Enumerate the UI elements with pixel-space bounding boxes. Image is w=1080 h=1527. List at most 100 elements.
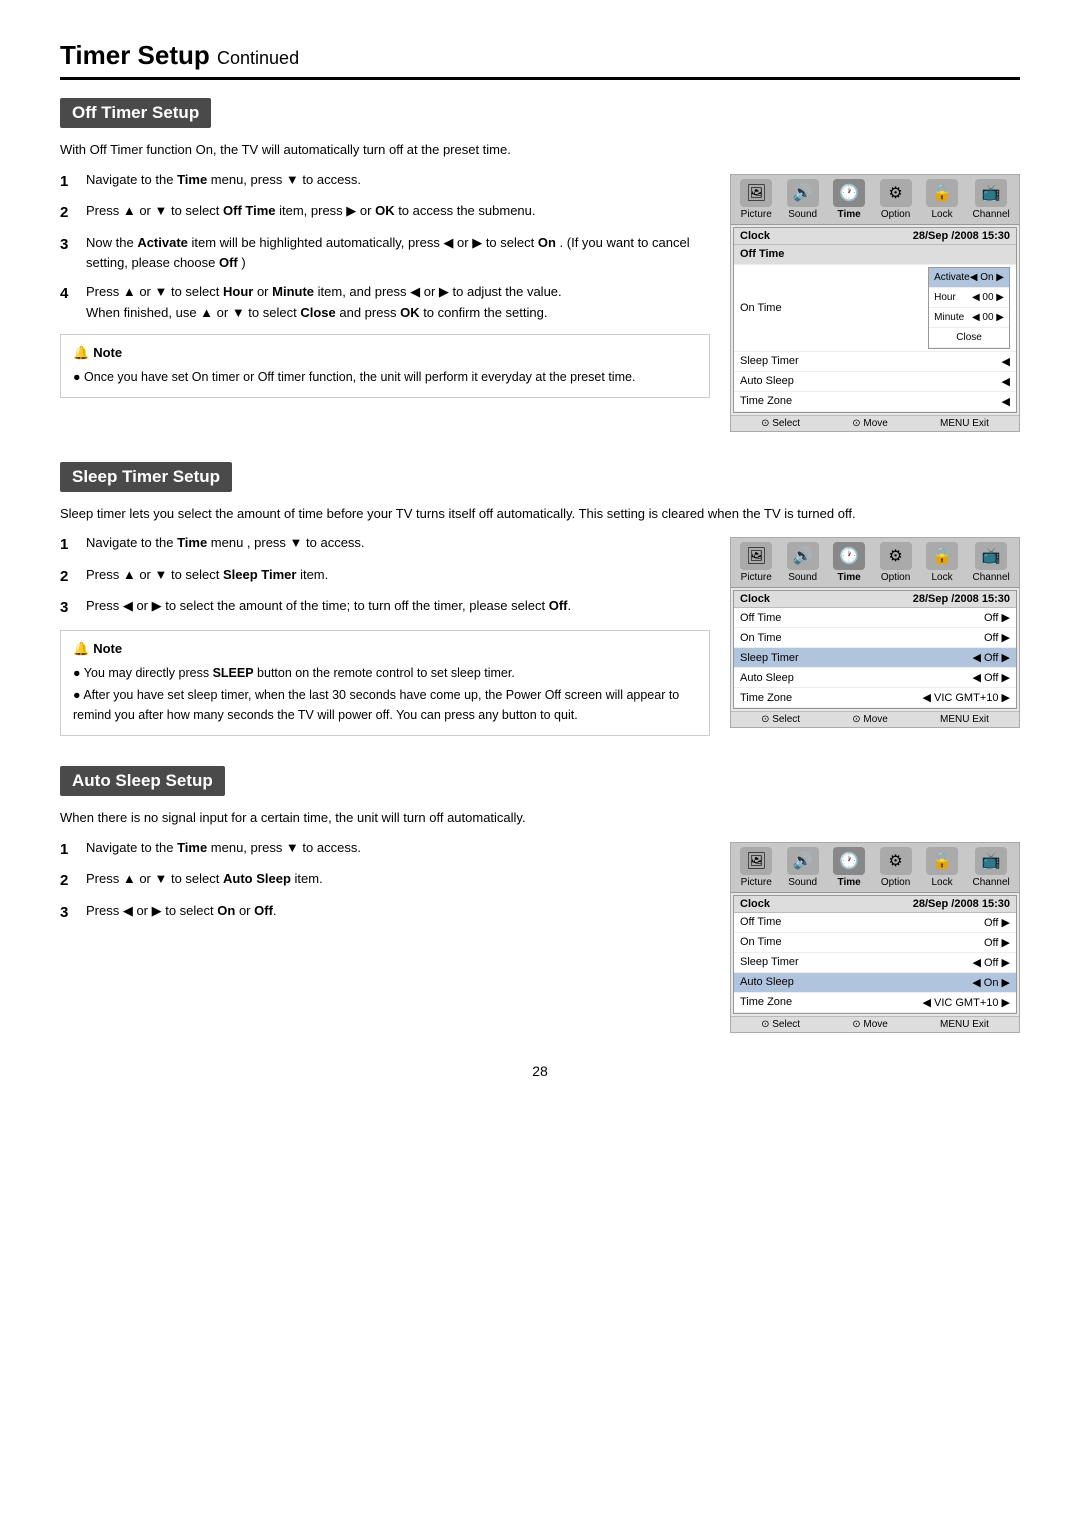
step-3: 3 Now the Activate item will be highligh… [60, 233, 710, 275]
time-icon-3: 🕐 [833, 847, 865, 875]
menu-icons-row-3: 🖼 Picture 🔊 Sound 🕐 Time ⚙ Option 🔒 [731, 843, 1019, 893]
note-title-2: Note [73, 639, 697, 660]
note-item-2: ● After you have set sleep timer, when t… [73, 685, 697, 725]
icon-sound-3: 🔊 Sound [787, 847, 819, 888]
picture-icon: 🖼 [740, 179, 772, 207]
menu-body: Clock 28/Sep /2008 15:30 Off Time On Tim… [733, 227, 1017, 413]
auto-sleep-menu-diagram: 🖼 Picture 🔊 Sound 🕐 Time ⚙ Option 🔒 [730, 842, 1020, 1033]
menu-footer: ⊙ Select ⊙ Move MENU Exit [731, 415, 1019, 431]
menu-row-timezone-2: Time Zone ◀ VIC GMT+10 ▶ [734, 688, 1016, 708]
icon-option-2: ⚙ Option [880, 542, 912, 583]
icon-sound: 🔊 Sound [787, 179, 819, 220]
auto-sleep-section: Auto Sleep Setup When there is no signal… [60, 766, 1020, 1033]
menu-header: Clock 28/Sep /2008 15:30 [734, 228, 1016, 245]
icon-lock-2: 🔒 Lock [926, 542, 958, 583]
menu-row-timezone-3: Time Zone ◀ VIC GMT+10 ▶ [734, 993, 1016, 1013]
icon-option: ⚙ Option [880, 179, 912, 220]
title-text: Timer Setup [60, 40, 210, 70]
auto-sleep-content: 1 Navigate to the Time menu, press ▼ to … [60, 838, 1020, 1033]
page-title: Timer Setup Continued [60, 40, 1020, 80]
off-timer-menu-diagram: 🖼 Picture 🔊 Sound 🕐 Time ⚙ Option 🔒 [730, 174, 1020, 432]
option-icon-3: ⚙ [880, 847, 912, 875]
note-title: Note [73, 343, 697, 364]
menu-icons-row-2: 🖼 Picture 🔊 Sound 🕐 Time ⚙ Option 🔒 [731, 538, 1019, 588]
off-timer-section: Off Timer Setup With Off Timer function … [60, 98, 1020, 432]
sleep-timer-header: Sleep Timer Setup [60, 462, 232, 492]
page-number: 28 [60, 1063, 1020, 1079]
menu-row-autosleep-3: Auto Sleep ◀ On ▶ [734, 973, 1016, 993]
menu-row-sleep-3: Sleep Timer ◀ Off ▶ [734, 953, 1016, 973]
lock-icon-2: 🔒 [926, 542, 958, 570]
option-icon-2: ⚙ [880, 542, 912, 570]
menu-row-offtime: Off Time [734, 245, 1016, 265]
icon-picture-3: 🖼 Picture [740, 847, 772, 888]
step-s3: 3 Press ◀ or ▶ to select the amount of t… [60, 596, 710, 620]
icon-lock: 🔒 Lock [926, 179, 958, 220]
menu-footer-2: ⊙ Select ⊙ Move MENU Exit [731, 711, 1019, 727]
sound-icon-3: 🔊 [787, 847, 819, 875]
option-icon: ⚙ [880, 179, 912, 207]
menu-row-ontime: On Time Activate ◀ On ▶ Hour ◀ 00 ▶ [734, 265, 1016, 352]
activate-sub-panel: Activate ◀ On ▶ Hour ◀ 00 ▶ Minute ◀ 00 … [928, 267, 1010, 349]
sleep-timer-steps: 1 Navigate to the Time menu , press ▼ to… [60, 533, 710, 736]
menu-body-3: Clock 28/Sep /2008 15:30 Off Time Off ▶ … [733, 895, 1017, 1014]
menu-row-offtime-3: Off Time Off ▶ [734, 913, 1016, 933]
icon-lock-3: 🔒 Lock [926, 847, 958, 888]
icon-picture: 🖼 Picture [740, 179, 772, 220]
sleep-timer-menu-diagram: 🖼 Picture 🔊 Sound 🕐 Time ⚙ Option 🔒 [730, 537, 1020, 728]
sleep-timer-section: Sleep Timer Setup Sleep timer lets you s… [60, 462, 1020, 737]
auto-sleep-header: Auto Sleep Setup [60, 766, 225, 796]
step-2: 2 Press ▲ or ▼ to select Off Time item, … [60, 201, 710, 225]
menu-row-sleep: Sleep Timer ◀ [734, 352, 1016, 372]
channel-icon: 📺 [975, 179, 1007, 207]
off-timer-intro: With Off Timer function On, the TV will … [60, 140, 1020, 160]
lock-icon: 🔒 [926, 179, 958, 207]
menu-row-sleep-2: Sleep Timer ◀ Off ▶ [734, 648, 1016, 668]
menu-row-autosleep: Auto Sleep ◀ [734, 372, 1016, 392]
note-item-1: ● You may directly press SLEEP button on… [73, 663, 697, 683]
step-a3: 3 Press ◀ or ▶ to select On or Off. [60, 901, 710, 925]
off-timer-note: Note ● Once you have set On timer or Off… [60, 334, 710, 399]
icon-time-2: 🕐 Time [833, 542, 865, 583]
menu-row-offtime-2: Off Time Off ▶ [734, 608, 1016, 628]
sleep-timer-content: 1 Navigate to the Time menu , press ▼ to… [60, 533, 1020, 736]
off-timer-content: 1 Navigate to the Time menu, press ▼ to … [60, 170, 1020, 432]
menu-body-2: Clock 28/Sep /2008 15:30 Off Time Off ▶ … [733, 590, 1017, 709]
sleep-timer-intro: Sleep timer lets you select the amount o… [60, 504, 1020, 524]
icon-channel: 📺 Channel [972, 179, 1009, 220]
channel-icon-2: 📺 [975, 542, 1007, 570]
menu-row-autosleep-2: Auto Sleep ◀ Off ▶ [734, 668, 1016, 688]
sound-icon: 🔊 [787, 179, 819, 207]
step-s1: 1 Navigate to the Time menu , press ▼ to… [60, 533, 710, 557]
step-a1: 1 Navigate to the Time menu, press ▼ to … [60, 838, 710, 862]
off-timer-steps: 1 Navigate to the Time menu, press ▼ to … [60, 170, 710, 399]
auto-sleep-steps: 1 Navigate to the Time menu, press ▼ to … [60, 838, 710, 933]
menu-icons-row: 🖼 Picture 🔊 Sound 🕐 Time ⚙ Option 🔒 [731, 175, 1019, 225]
picture-icon-2: 🖼 [740, 542, 772, 570]
sound-icon-2: 🔊 [787, 542, 819, 570]
step-a2: 2 Press ▲ or ▼ to select Auto Sleep item… [60, 869, 710, 893]
icon-time-3: 🕐 Time [833, 847, 865, 888]
icon-channel-3: 📺 Channel [972, 847, 1009, 888]
menu-row-ontime-3: On Time Off ▶ [734, 933, 1016, 953]
icon-sound-2: 🔊 Sound [787, 542, 819, 583]
time-icon-2: 🕐 [833, 542, 865, 570]
icon-picture-2: 🖼 Picture [740, 542, 772, 583]
sleep-timer-note: Note ● You may directly press SLEEP butt… [60, 630, 710, 737]
menu-row-ontime-2: On Time Off ▶ [734, 628, 1016, 648]
lock-icon-3: 🔒 [926, 847, 958, 875]
step-s2: 2 Press ▲ or ▼ to select Sleep Timer ite… [60, 565, 710, 589]
auto-sleep-intro: When there is no signal input for a cert… [60, 808, 1020, 828]
menu-header-3: Clock 28/Sep /2008 15:30 [734, 896, 1016, 913]
picture-icon-3: 🖼 [740, 847, 772, 875]
channel-icon-3: 📺 [975, 847, 1007, 875]
step-4: 4 Press ▲ or ▼ to select Hour or Minute … [60, 282, 710, 324]
icon-channel-2: 📺 Channel [972, 542, 1009, 583]
menu-row-timezone: Time Zone ◀ [734, 392, 1016, 412]
step-1: 1 Navigate to the Time menu, press ▼ to … [60, 170, 710, 194]
off-timer-header: Off Timer Setup [60, 98, 211, 128]
menu-footer-3: ⊙ Select ⊙ Move MENU Exit [731, 1016, 1019, 1032]
note-item: ● Once you have set On timer or Off time… [73, 367, 697, 387]
icon-time: 🕐 Time [833, 179, 865, 220]
time-icon: 🕐 [833, 179, 865, 207]
